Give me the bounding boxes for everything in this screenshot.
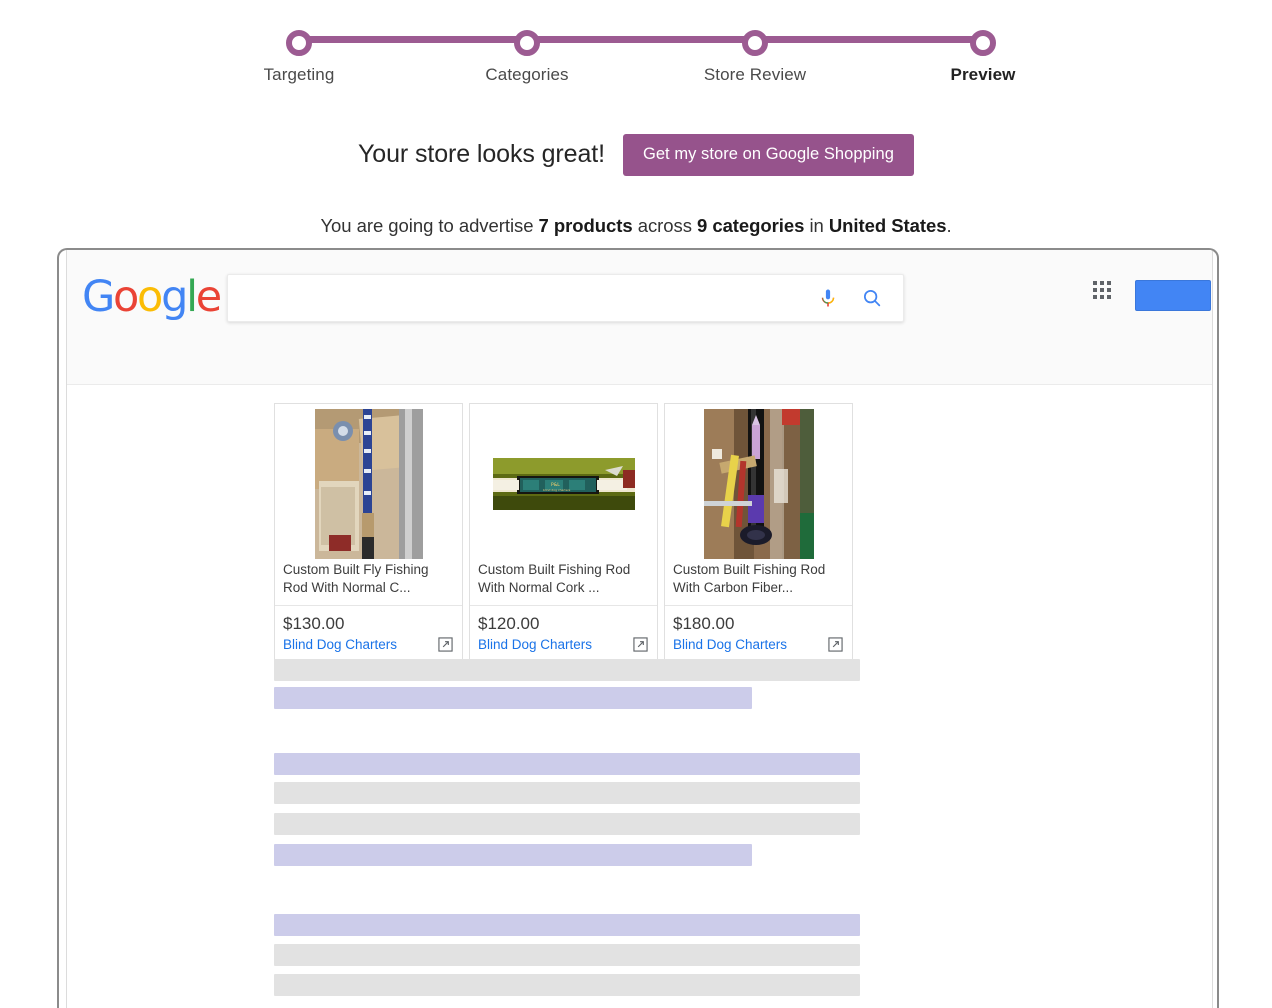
google-logo-letter-l: l [186,272,198,322]
external-link-icon[interactable] [438,637,453,652]
google-preview-frame: Google Custom Built Fly Fishing Rod With… [57,248,1219,1008]
placeholder-bar [274,753,860,775]
product-merchant-link[interactable]: Blind Dog Charters [283,635,454,655]
stepper-label-preview: Preview [950,65,1016,84]
external-link-icon[interactable] [633,637,648,652]
google-results-area: Custom Built Fly Fishing Rod With Normal… [67,385,1212,1008]
google-logo: Google [82,276,222,319]
page-title: Your store looks great! [358,140,605,169]
summary-middle: across [632,215,697,236]
stepper-label-categories: Categories [485,65,569,84]
product-footer: $180.00 Blind Dog Charters [665,605,852,664]
product-merchant-link[interactable]: Blind Dog Charters [673,635,844,655]
summary-suffix: . [946,215,952,236]
product-title: Custom Built Fishing Rod With Normal Cor… [478,562,631,595]
google-logo-letter-o1: o [113,272,139,322]
placeholder-bar [274,944,860,966]
product-price: $180.00 [673,614,735,633]
stepper-step-preview[interactable]: Preview [903,0,1063,85]
search-input[interactable] [242,275,806,323]
microphone-icon[interactable] [816,286,840,310]
stepper-step-store-review[interactable]: Store Review [675,0,835,85]
product-title: Custom Built Fly Fishing Rod With Normal… [283,562,429,595]
google-logo-letter-g2: g [161,272,188,322]
svg-text:blind dog charters: blind dog charters [543,488,571,492]
google-search-box[interactable] [227,274,904,323]
google-logo-letter-g1: G [82,272,115,322]
product-title: Custom Built Fishing Rod With Carbon Fib… [673,562,826,595]
summary-product-count: 7 products [538,215,633,236]
progress-stepper: Targeting Categories Store Review Previe… [0,0,1272,100]
stepper-label-targeting: Targeting [263,65,335,84]
placeholder-bar [274,844,752,866]
google-header: Google [67,250,1212,385]
stepper-step-targeting[interactable]: Targeting [219,0,379,85]
placeholder-bar [274,813,860,835]
google-logo-letter-e: e [195,272,222,322]
placeholder-bar [274,914,860,936]
apps-grid-icon[interactable] [1093,281,1111,299]
product-image [665,404,852,559]
summary-category-count: 9 categories [697,215,805,236]
summary-middle-2: in [804,215,829,236]
product-footer: $120.00 Blind Dog Charters [470,605,657,664]
headline-row: Your store looks great! Get my store on … [0,134,1272,176]
stepper-track [292,36,979,43]
google-preview-page: Google Custom Built Fly Fishing Rod With… [66,250,1213,1008]
stepper-step-categories[interactable]: Categories [447,0,607,85]
get-store-on-google-shopping-button[interactable]: Get my store on Google Shopping [622,134,914,176]
stepper-label-store-review: Store Review [703,65,807,84]
search-icon[interactable] [861,287,883,309]
google-logo-letter-o2: o [137,272,163,322]
summary-prefix: You are going to advertise [320,215,539,236]
advertise-summary: You are going to advertise 7 products ac… [0,215,1272,237]
shopping-card-row: Custom Built Fly Fishing Rod With Normal… [274,403,853,665]
placeholder-bar [274,782,860,804]
product-card[interactable]: Custom Built Fly Fishing Rod With Normal… [274,403,463,665]
product-price: $130.00 [283,614,345,633]
placeholder-bar [274,974,860,996]
product-price: $120.00 [478,614,540,633]
stepper-dot-categories [514,30,540,56]
stepper-dot-preview [970,30,996,56]
product-image: P&L blind dog charters [470,404,657,559]
placeholder-bar [274,659,860,681]
product-card[interactable]: Custom Built Fishing Rod With Carbon Fib… [664,403,853,665]
stepper-dot-targeting [286,30,312,56]
product-image [275,404,462,559]
product-card[interactable]: P&L blind dog charters Custom Built Fish… [469,403,658,665]
external-link-icon[interactable] [828,637,843,652]
stepper-dot-store-review [742,30,768,56]
placeholder-bar [274,687,752,709]
product-footer: $130.00 Blind Dog Charters [275,605,462,664]
summary-country: United States [828,215,947,236]
sign-in-button[interactable] [1135,280,1211,311]
product-merchant-link[interactable]: Blind Dog Charters [478,635,649,655]
